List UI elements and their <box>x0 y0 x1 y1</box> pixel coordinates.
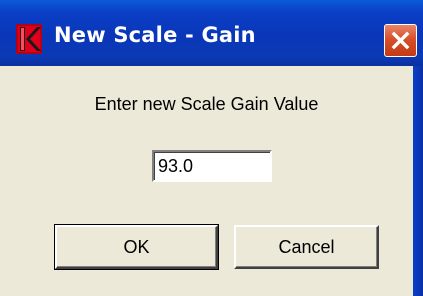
window-frame-right <box>413 66 423 296</box>
k-logo-icon[interactable] <box>16 24 42 54</box>
cancel-button[interactable]: Cancel <box>234 225 379 269</box>
prompt-label: Enter new Scale Gain Value <box>94 94 319 114</box>
gain-value-input[interactable] <box>152 150 272 182</box>
title-bar[interactable]: New Scale - Gain <box>0 0 423 66</box>
close-button[interactable] <box>384 24 417 57</box>
ok-button[interactable]: OK <box>54 224 219 270</box>
window-title: New Scale - Gain <box>54 23 256 47</box>
close-icon <box>385 31 416 56</box>
dialog-window: New Scale - Gain Enter new Scale Gain Va… <box>0 0 423 296</box>
